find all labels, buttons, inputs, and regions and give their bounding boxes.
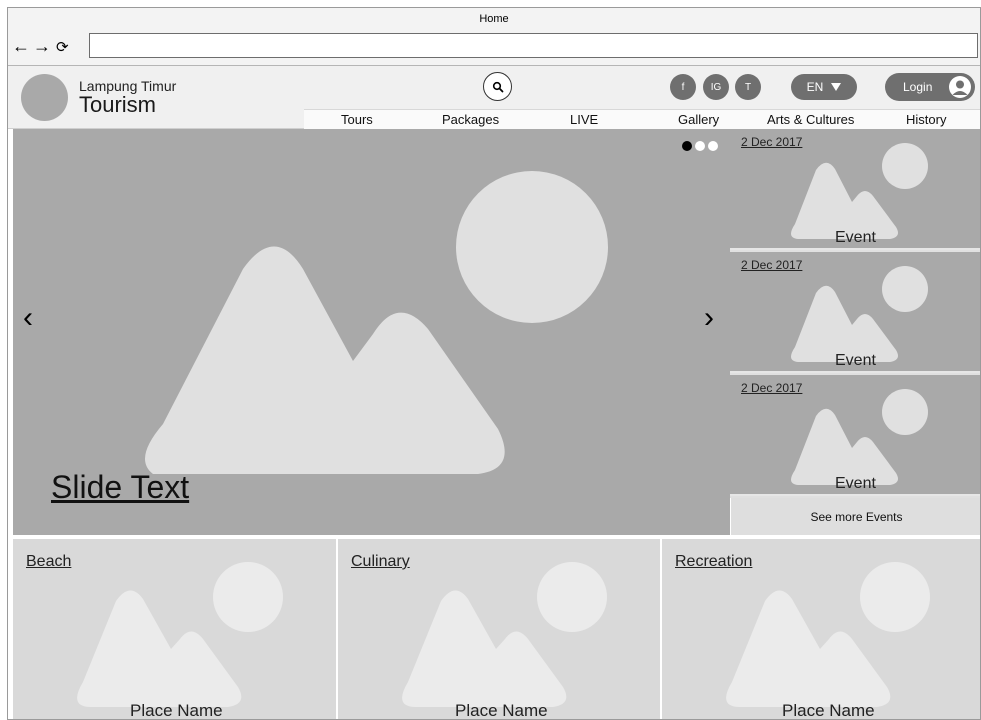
slider-prev-icon[interactable]: ‹ [23,303,33,333]
search-button[interactable] [483,72,512,101]
slider-dots [682,141,718,151]
facebook-button[interactable]: f [670,74,696,100]
instagram-button[interactable]: IG [703,74,729,100]
main-content: ‹ › Slide Text 2 Dec 2017 Event 2 Dec 20… [8,129,980,720]
main-menu: Tours Packages LIVE Gallery Arts & Cultu… [304,109,980,129]
event-date[interactable]: 2 Dec 2017 [741,258,802,272]
category-cards: Beach Place Name Culinary Place Name Rec… [13,539,980,720]
reload-icon[interactable]: ⟳ [56,37,69,59]
place-name: Place Name [782,701,875,720]
menu-item-tours[interactable]: Tours [341,112,373,127]
event-label: Event [835,229,876,246]
browser-chrome: Home ← → ⟳ [8,8,980,66]
caret-down-icon [831,83,842,91]
category-card-recreation[interactable]: Recreation Place Name [662,539,980,720]
address-bar[interactable] [89,33,978,58]
event-date[interactable]: 2 Dec 2017 [741,135,802,149]
slider-next-icon[interactable]: › [704,303,714,333]
logo[interactable] [21,74,68,121]
place-name: Place Name [130,701,223,720]
hero-slider[interactable]: ‹ › Slide Text [13,129,730,535]
event-label: Event [835,475,876,492]
brand-title: Tourism [79,92,157,117]
slide-caption[interactable]: Slide Text [51,469,189,506]
search-icon [492,81,503,92]
login-label: Login [903,80,933,94]
forward-arrow-icon[interactable]: → [33,35,51,57]
category-card-beach[interactable]: Beach Place Name [13,539,336,720]
tab-title: Home [479,13,509,25]
slider-dot[interactable] [695,141,705,151]
event-card[interactable]: 2 Dec 2017 Event [730,252,980,373]
browser-window: Home ← → ⟳ Lampung Timur Tourism f IG T … [7,7,981,720]
event-date[interactable]: 2 Dec 2017 [741,381,802,395]
event-label: Event [835,352,876,369]
back-arrow-icon[interactable]: ← [12,35,30,57]
site-header: Lampung Timur Tourism f IG T EN Login To… [8,66,980,129]
events-panel: 2 Dec 2017 Event 2 Dec 2017 Event 2 Dec … [730,129,980,535]
menu-item-arts-cultures[interactable]: Arts & Cultures [767,112,854,127]
menu-item-gallery[interactable]: Gallery [678,112,719,127]
category-title[interactable]: Beach [26,553,71,571]
slider-dot[interactable] [708,141,718,151]
menu-item-live[interactable]: LIVE [570,112,598,127]
menu-item-packages[interactable]: Packages [442,112,499,127]
event-card[interactable]: 2 Dec 2017 Event [730,129,980,250]
login-button[interactable]: Login [885,73,975,101]
language-value: EN [806,80,824,94]
category-title[interactable]: Recreation [675,553,752,571]
user-avatar-icon [949,76,971,98]
menu-item-history[interactable]: History [906,112,946,127]
twitter-button[interactable]: T [735,74,761,100]
language-selector[interactable]: EN [791,74,857,100]
place-name: Place Name [455,701,548,720]
see-more-events-link[interactable]: See more Events [730,498,980,535]
category-card-culinary[interactable]: Culinary Place Name [338,539,660,720]
slider-dot[interactable] [682,141,692,151]
category-title[interactable]: Culinary [351,553,410,571]
event-card[interactable]: 2 Dec 2017 Event [730,375,980,496]
